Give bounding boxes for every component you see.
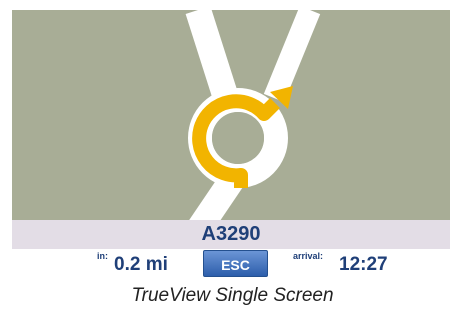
navigation-screen: A3290 in: 0.2 mi ESC arrival: 12:27 [12, 10, 450, 280]
trueview-map [185, 10, 321, 220]
roundabout-island [212, 112, 264, 164]
road-right-branch [263, 10, 321, 103]
arrival-label: arrival: [293, 251, 324, 261]
distance-value: 0.2 mi [114, 254, 168, 275]
distance-label: in: [97, 251, 108, 261]
esc-button[interactable]: ESC [203, 250, 268, 277]
arrival-time: 12:27 [339, 254, 388, 275]
road-name-bar: A3290 [12, 220, 450, 249]
road-name: A3290 [201, 223, 261, 245]
caption: TrueView Single Screen [131, 285, 334, 306]
info-bar: in: 0.2 mi ESC arrival: 12:27 [12, 249, 450, 280]
road-left-branch [185, 10, 239, 102]
